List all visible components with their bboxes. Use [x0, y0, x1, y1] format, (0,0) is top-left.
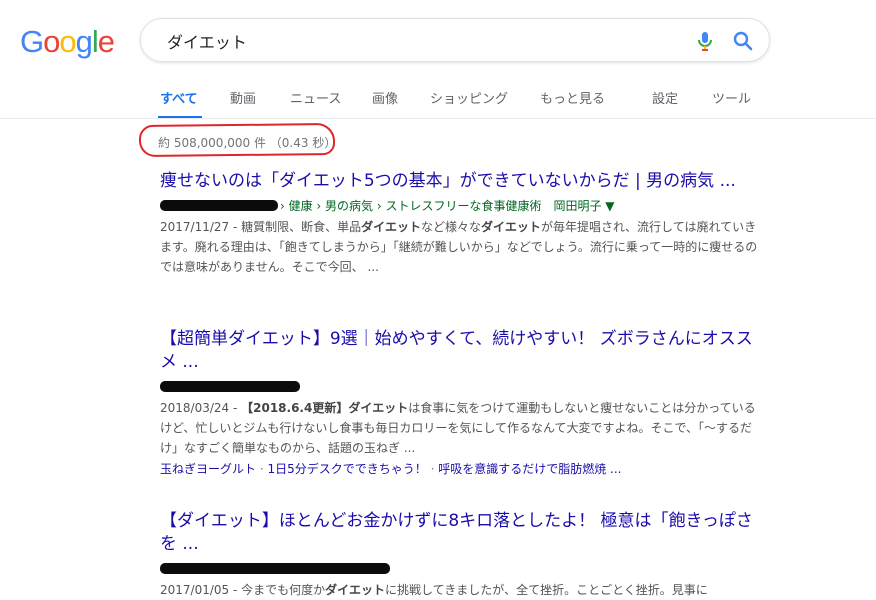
snippet-keyword: 【2018.6.4更新】 — [241, 401, 349, 415]
logo-letter: g — [75, 24, 93, 59]
result-snippet: 2018/03/24 - 【2018.6.4更新】ダイエットは食事に気をつけて運… — [160, 398, 760, 458]
tab-all[interactable]: すべて — [160, 88, 198, 107]
google-logo[interactable]: Google — [20, 24, 115, 60]
red-circle-annotation — [138, 122, 336, 158]
logo-letter: o — [59, 24, 76, 59]
result-snippet: 2017/11/27 - 糖質制限、断食、単品ダイエットなど様々なダイエットが毎… — [160, 217, 760, 277]
search-box[interactable] — [140, 18, 770, 62]
search-result: 【ダイエット】ほとんどお金かけずに8キロ落としたよ！ 極意は「飽きっぽさを ..… — [160, 510, 760, 600]
result-title-link[interactable]: 痩せないのは「ダイエット5つの基本」ができていないからだ | 男の病気 ... — [160, 170, 760, 193]
search-input[interactable] — [165, 28, 689, 54]
header-divider — [0, 118, 876, 119]
snippet-date: 2017/11/27 - — [160, 220, 242, 234]
result-title-link[interactable]: 【ダイエット】ほとんどお金かけずに8キロ落としたよ！ 極意は「飽きっぽさを ..… — [160, 510, 760, 556]
microphone-icon[interactable] — [693, 29, 717, 53]
search-result: 痩せないのは「ダイエット5つの基本」ができていないからだ | 男の病気 ... … — [160, 170, 760, 277]
snippet-keyword: ダイエット — [361, 220, 422, 234]
tab-shopping[interactable]: ショッピング — [430, 88, 508, 107]
snippet-keyword: ダイエット — [481, 220, 541, 234]
search-result: 【超簡単ダイエット】9選｜始めやすくて、続けやすい！ ズボラさんにオススメ ..… — [160, 328, 760, 478]
search-tabs: すべて 動画 ニュース 画像 ショッピング もっと見る 設定 ツール — [0, 88, 876, 118]
sitelinks: 玉ねぎヨーグルト · 1日5分デスクでできちゃう！ · 呼吸を意識するだけで脂肪… — [160, 460, 760, 478]
tab-images[interactable]: 画像 — [372, 88, 398, 107]
logo-letter: o — [43, 24, 60, 59]
result-url[interactable] — [160, 560, 760, 578]
sitelink[interactable]: 1日5分デスクでできちゃう！ — [267, 462, 426, 476]
snippet-keyword: ダイエット — [325, 583, 386, 597]
sitelink[interactable]: 呼吸を意識するだけで脂肪燃焼 ... — [438, 462, 621, 476]
snippet-text: 糖質制限、断食、単品 — [241, 220, 362, 234]
snippet-text: など様々な — [421, 220, 482, 234]
redaction-mark — [160, 200, 278, 211]
tab-video[interactable]: 動画 — [230, 88, 256, 107]
sitelink-separator: · — [256, 462, 268, 476]
result-url[interactable]: › 健康 › 男の病気 › ストレスフリーな食事健康術 岡田明子 ▼ — [160, 197, 760, 215]
logo-letter: e — [97, 24, 115, 59]
search-icon[interactable] — [731, 29, 755, 53]
snippet-text: に挑戦してきましたが、全て挫折。ことごとく挫折。見事に — [385, 583, 708, 597]
snippet-keyword: ダイエット — [348, 401, 409, 415]
result-title-link[interactable]: 【超簡単ダイエット】9選｜始めやすくて、続けやすい！ ズボラさんにオススメ ..… — [160, 328, 760, 374]
sitelink-separator: · — [426, 462, 439, 476]
snippet-text: 今までも何度か — [241, 583, 326, 597]
tab-more[interactable]: もっと見る — [540, 88, 605, 107]
snippet-date: 2018/03/24 - — [160, 401, 242, 415]
result-breadcrumb: › 健康 › 男の病気 › ストレスフリーな食事健康術 岡田明子 ▼ — [280, 199, 615, 213]
logo-letter: G — [20, 24, 44, 59]
result-snippet: 2017/01/05 - 今までも何度かダイエットに挑戦してきましたが、全て挫折… — [160, 580, 760, 600]
tab-tools[interactable]: ツール — [712, 88, 751, 107]
redaction-mark — [160, 381, 300, 392]
tab-settings[interactable]: 設定 — [652, 88, 678, 107]
tab-news[interactable]: ニュース — [290, 88, 341, 107]
snippet-date: 2017/01/05 - — [160, 583, 242, 597]
result-url[interactable] — [160, 378, 760, 396]
sitelink[interactable]: 玉ねぎヨーグルト — [160, 462, 256, 476]
redaction-mark — [160, 563, 390, 574]
